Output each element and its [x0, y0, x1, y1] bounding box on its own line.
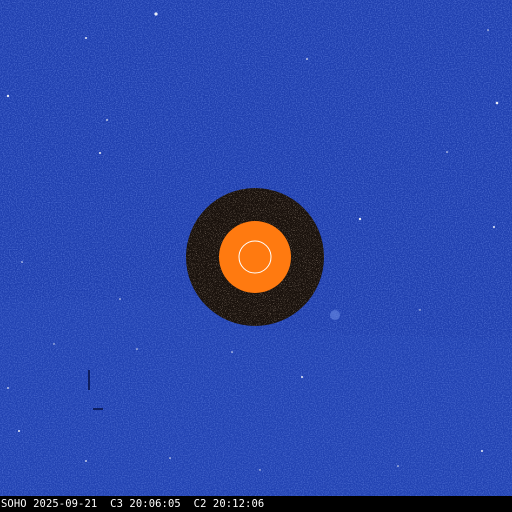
dark-streak-2	[93, 408, 103, 410]
star	[446, 151, 448, 153]
caption-text: SOHO 2025-09-21 C3 20:06:05 C2 20:12:06	[1, 498, 265, 510]
star	[6, 94, 10, 98]
star	[136, 348, 138, 350]
star	[169, 457, 171, 459]
dark-streak	[88, 370, 90, 390]
inner-occulter-disk	[219, 221, 291, 293]
coronal-feature	[330, 310, 340, 320]
star	[495, 101, 499, 105]
star	[106, 119, 108, 121]
star	[119, 298, 121, 300]
star	[53, 343, 55, 345]
star	[231, 351, 233, 353]
star	[259, 469, 261, 471]
star	[85, 460, 87, 462]
star	[301, 376, 303, 378]
star	[358, 217, 362, 221]
coronagraph-viewer: SOHO 2025-09-21 C3 20:06:05 C2 20:12:06	[0, 0, 512, 512]
star	[7, 387, 9, 389]
star	[397, 465, 399, 467]
star	[18, 430, 20, 432]
star	[487, 29, 489, 31]
star	[99, 152, 101, 154]
caption-bar: SOHO 2025-09-21 C3 20:06:05 C2 20:12:06	[0, 496, 512, 512]
coronagraph-image	[0, 0, 512, 496]
star	[306, 58, 308, 60]
star	[154, 12, 158, 16]
star	[493, 226, 495, 228]
star	[21, 261, 23, 263]
star	[419, 309, 421, 311]
star	[85, 37, 87, 39]
star	[481, 450, 483, 452]
